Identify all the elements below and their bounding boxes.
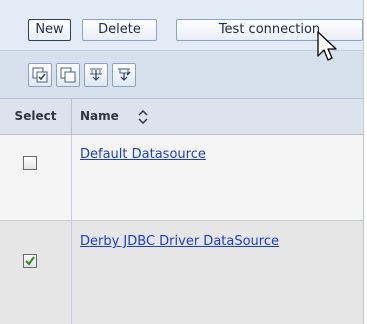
deselect-all-tool[interactable] <box>56 63 80 87</box>
column-header-name[interactable]: Name <box>80 99 119 134</box>
select-cell <box>0 221 72 324</box>
button-bar: New Delete Test connection <box>0 0 363 51</box>
edit-filter-tool[interactable] <box>112 63 136 87</box>
datasource-panel: New Delete Test connection Select Name D… <box>0 0 364 324</box>
mouse-pointer-icon <box>317 31 337 61</box>
edit-filter-icon <box>118 68 131 81</box>
expand-filter-icon <box>90 68 102 81</box>
datasource-name-link[interactable]: Derby JDBC Driver DataSource <box>80 234 279 249</box>
table-header: Select Name <box>0 99 363 135</box>
row-checkbox[interactable] <box>23 254 37 268</box>
new-button[interactable]: New <box>28 19 71 41</box>
icon-toolbar <box>0 51 363 99</box>
select-all-tool[interactable] <box>28 63 52 87</box>
checkmark-icon <box>25 256 35 266</box>
delete-button[interactable]: Delete <box>82 19 157 41</box>
datasource-name-link[interactable]: Default Datasource <box>80 147 206 162</box>
select-cell <box>0 135 72 220</box>
table-row: Default Datasource <box>0 135 363 221</box>
row-checkbox[interactable] <box>23 156 37 170</box>
deselect-all-icon <box>60 67 76 83</box>
expand-filter-tool[interactable] <box>84 63 108 87</box>
sort-toggle-icon[interactable] <box>138 110 148 124</box>
select-all-icon <box>32 67 48 83</box>
column-header-select: Select <box>0 99 72 134</box>
table-row: Derby JDBC Driver DataSource <box>0 221 363 324</box>
